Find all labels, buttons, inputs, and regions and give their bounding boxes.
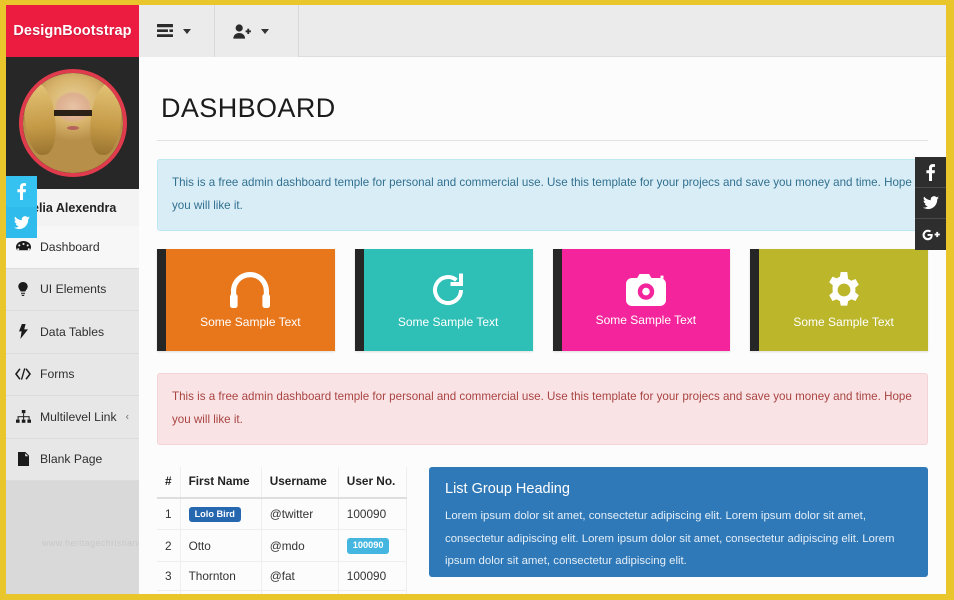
headphones-icon [230, 272, 270, 308]
table-cell-first-name: Thornton [180, 561, 261, 590]
list-group-heading: List Group Heading [445, 481, 912, 497]
social-right-google-plus[interactable] [915, 219, 946, 250]
widget-label: Some Sample Text [398, 315, 499, 329]
table-cell-num: 2 [157, 530, 180, 561]
table-head: #First NameUsernameUser No. [157, 467, 407, 498]
users-table: #First NameUsernameUser No. 1 Lolo Bird @t… [157, 467, 407, 594]
sidebar-item-label: UI Elements [40, 282, 106, 296]
social-right-twitter[interactable] [915, 188, 946, 219]
sidebar-item-label: Forms [40, 367, 75, 381]
social-left-twitter[interactable] [6, 207, 37, 238]
table-cell-num: 4 [157, 590, 180, 594]
chevron-down-icon [183, 29, 191, 34]
facebook-icon [926, 164, 935, 181]
user-plus-icon [233, 24, 251, 39]
alert-info: This is a free admin dashboard temple fo… [157, 159, 928, 231]
table-row: 2Otto@mdo 100090 [157, 530, 407, 561]
twitter-icon [923, 196, 939, 210]
table-cell-username: @fat [261, 561, 338, 590]
list-group-text: Lorem ipsum dolor sit amet, consectetur … [445, 505, 912, 572]
sidebar: elia Alexendra DashboardUI ElementsData … [6, 57, 139, 594]
navbar-user-dropdown[interactable] [215, 5, 299, 57]
table-cell-username: @twitter [261, 498, 338, 530]
sidebar-item-label: Data Tables [40, 325, 104, 339]
widget-label: Some Sample Text [793, 315, 894, 329]
page-root: DesignBootstrap [0, 0, 954, 600]
table-cell-num: 1 [157, 498, 180, 530]
social-left-facebook[interactable] [6, 176, 37, 207]
table-cell-num: 3 [157, 561, 180, 590]
gear-icon [826, 272, 862, 308]
table-cell-user-no: 100090 [338, 498, 406, 530]
widget-label: Some Sample Text [596, 313, 697, 327]
avatar [19, 69, 127, 177]
table-column-header: User No. [338, 467, 406, 498]
title-divider [157, 140, 928, 141]
table-body: 1Lolo Bird@twitter1000902Otto@mdo1000903… [157, 498, 407, 594]
bottom-row: #First NameUsernameUser No. 1 Lolo Bird @t… [157, 467, 928, 594]
table-row: 3Thornton@fat100090 [157, 561, 407, 590]
table-row: 4the Bird@twitter100090 [157, 590, 407, 594]
top-navbar: DesignBootstrap [6, 5, 946, 57]
list-group-panel[interactable]: List Group Heading Lorem ipsum dolor sit… [429, 467, 928, 577]
lightbulb-icon [15, 282, 31, 297]
table-header-row: #First NameUsernameUser No. [157, 467, 407, 498]
profile-avatar-block [6, 57, 139, 189]
file-icon [15, 452, 31, 466]
google-plus-icon [922, 228, 940, 242]
badge: 100090 [347, 538, 390, 553]
code-icon [15, 368, 31, 380]
sitemap-icon [15, 410, 31, 423]
sidebar-nav: Dashboard UI Elements Data Tables Forms Mult… [6, 226, 139, 481]
table-row: 1 Lolo Bird @twitter100090 [157, 498, 407, 530]
facebook-icon [17, 183, 26, 200]
sidebar-item-multilevel-link[interactable]: Multilevel Link ‹ [6, 396, 139, 439]
brand-logo[interactable]: DesignBootstrap [6, 5, 139, 57]
bolt-icon [15, 324, 31, 339]
widget-label: Some Sample Text [200, 315, 301, 329]
chevron-left-icon: ‹ [126, 411, 129, 422]
dashboard-icon [15, 241, 31, 253]
table-cell-username: @mdo [261, 530, 338, 561]
page-title: DASHBOARD [157, 57, 928, 140]
table-cell-user-no: 100090 [338, 530, 406, 561]
sidebar-item-blank-page[interactable]: Blank Page [6, 439, 139, 482]
refresh-icon [430, 272, 466, 308]
sidebar-item-label: Multilevel Link [40, 410, 117, 424]
navbar-tasks-dropdown[interactable] [139, 5, 215, 57]
main-content: DASHBOARD This is a free admin dashboard… [139, 57, 946, 594]
users-table-wrapper: #First NameUsernameUser No. 1 Lolo Bird @t… [157, 467, 407, 594]
sidebar-item-data-tables[interactable]: Data Tables [6, 311, 139, 354]
table-column-header: First Name [180, 467, 261, 498]
badge: Lolo Bird [189, 507, 241, 522]
table-cell-first-name: Lolo Bird [180, 498, 261, 530]
sidebar-item-ui-elements[interactable]: UI Elements [6, 269, 139, 312]
table-column-header: # [157, 467, 180, 498]
table-cell-first-name: the Bird [180, 590, 261, 594]
app-window: DesignBootstrap [6, 5, 946, 594]
social-right-facebook[interactable] [915, 157, 946, 188]
table-cell-user-no: 100090 [338, 561, 406, 590]
table-cell-first-name: Otto [180, 530, 261, 561]
sidebar-item-forms[interactable]: Forms [6, 354, 139, 397]
widget-card[interactable]: Some Sample Text [750, 249, 928, 351]
widget-card[interactable]: Some Sample Text [355, 249, 533, 351]
table-cell-user-no: 100090 [338, 590, 406, 594]
table-cell-username: @twitter [261, 590, 338, 594]
sidebar-item-label: Blank Page [40, 452, 102, 466]
widget-card[interactable]: Some Sample Text [157, 249, 335, 351]
sidebar-item-label: Dashboard [40, 240, 100, 254]
widget-row: Some Sample Text Some Sample Text Some Sam… [157, 249, 928, 351]
chevron-down-icon [261, 29, 269, 34]
tasks-icon [157, 24, 173, 38]
widget-card[interactable]: Some Sample Text [553, 249, 731, 351]
camera-icon [626, 274, 666, 306]
alert-danger: This is a free admin dashboard temple fo… [157, 373, 928, 445]
table-column-header: Username [261, 467, 338, 498]
twitter-icon [14, 216, 30, 230]
